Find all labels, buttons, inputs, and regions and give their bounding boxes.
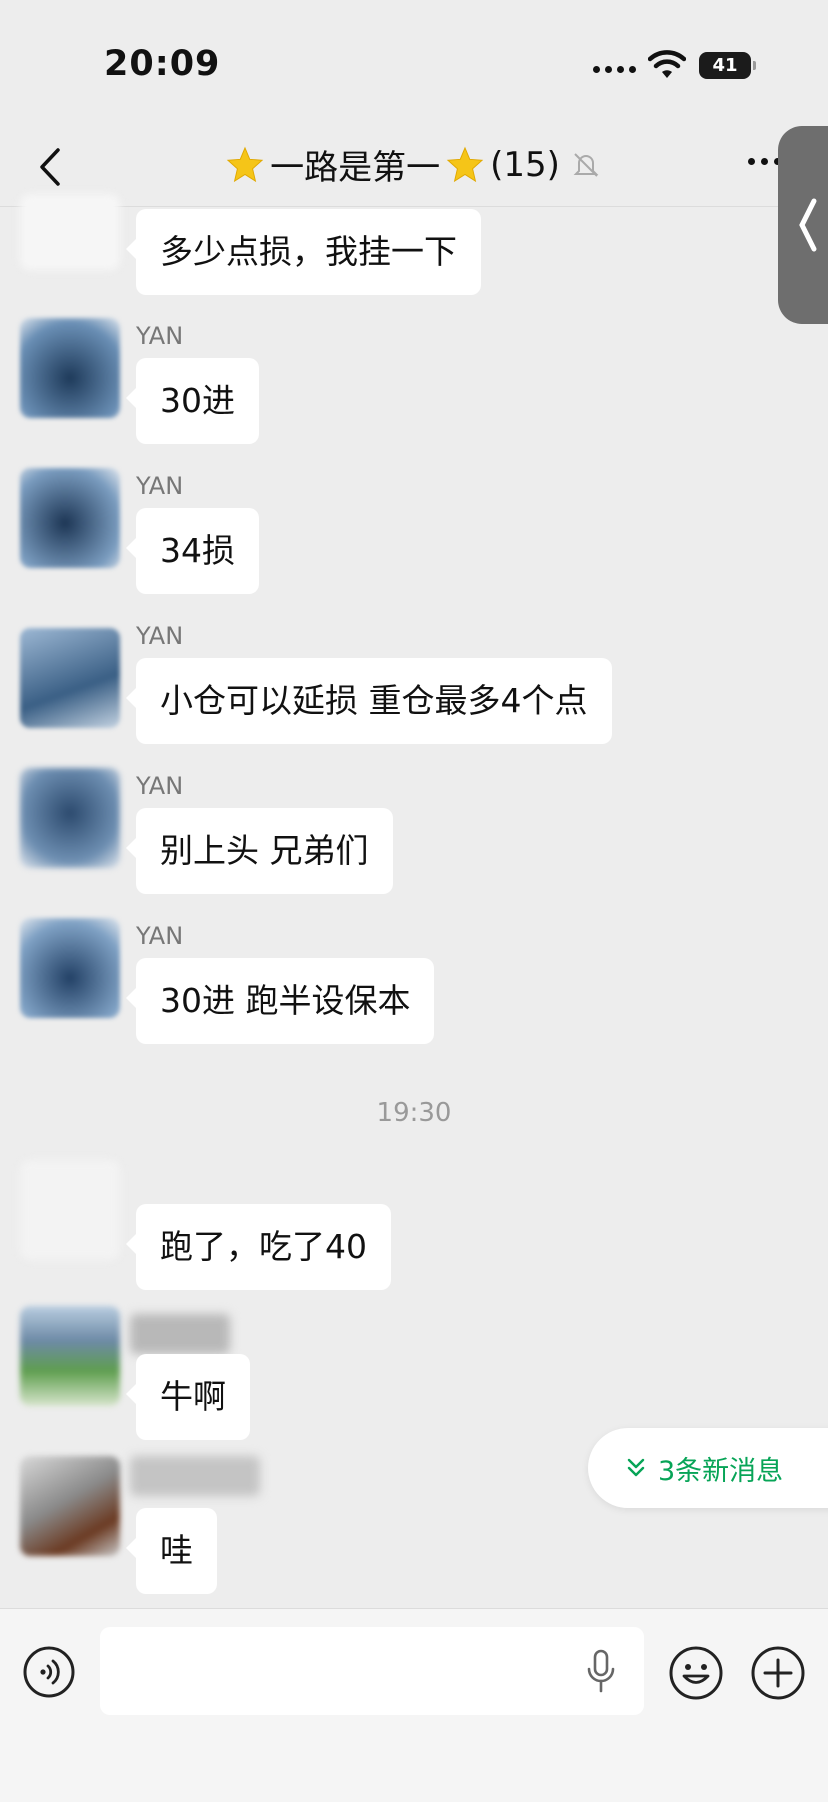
bell-slash-icon: [573, 152, 599, 177]
battery-percent: 41: [712, 55, 738, 76]
message-bubble[interactable]: 别上头 兄弟们: [126, 808, 393, 894]
group-name: 一路是第一: [270, 148, 441, 188]
avatar[interactable]: [20, 1160, 120, 1260]
avatar[interactable]: [20, 768, 120, 868]
message-bubble[interactable]: 34损: [126, 508, 259, 594]
avatar[interactable]: [20, 1306, 120, 1406]
message-bubble[interactable]: 小仓可以延损 重仓最多4个点: [126, 658, 612, 744]
chat-header: 一路是第一 (15): [0, 130, 828, 207]
side-panel-handle[interactable]: [778, 126, 828, 324]
message-bubble[interactable]: 30进 跑半设保本: [125, 958, 435, 1044]
message-bubble[interactable]: 牛啊: [126, 1354, 250, 1440]
avatar[interactable]: [20, 918, 120, 1018]
sender-name: YAN: [136, 772, 184, 800]
input-bar: [0, 1608, 828, 1802]
avatar[interactable]: [20, 318, 120, 418]
avatar[interactable]: [20, 468, 120, 568]
new-messages-button[interactable]: 3条新消息: [588, 1428, 828, 1508]
star-icon: [446, 146, 484, 182]
microphone-icon[interactable]: [586, 1649, 616, 1695]
cellular-signal-icon: [593, 66, 636, 73]
member-count: (15): [490, 144, 560, 185]
new-messages-label: 3条新消息: [658, 1455, 784, 1487]
chevron-left-icon: [799, 198, 817, 252]
message-input[interactable]: [100, 1627, 644, 1715]
message-bubble[interactable]: 30进: [126, 358, 259, 444]
message-bubble[interactable]: 跑了，吃了40: [126, 1204, 391, 1290]
sender-name: YAN: [136, 622, 184, 650]
plus-circle-icon[interactable]: [750, 1645, 806, 1701]
sender-name: YAN: [136, 322, 184, 350]
voice-icon[interactable]: [22, 1645, 76, 1699]
sender-name-blurred: [130, 1456, 260, 1496]
avatar[interactable]: [20, 1456, 120, 1556]
message-timestamp: 19:30: [376, 1098, 452, 1128]
avatar[interactable]: [20, 628, 120, 728]
emoji-icon[interactable]: [668, 1645, 724, 1701]
sender-name-blurred: [130, 1314, 230, 1354]
sender-name: YAN: [136, 922, 184, 950]
message-bubble[interactable]: 哇: [126, 1508, 217, 1594]
wifi-icon: [648, 50, 686, 78]
more-button[interactable]: [748, 158, 781, 165]
chat-title[interactable]: 一路是第一 (15): [0, 140, 828, 189]
double-chevron-down-icon: [627, 1458, 645, 1477]
battery-indicator: 41: [699, 52, 756, 79]
sender-name: YAN: [136, 472, 184, 500]
status-time: 20:09: [104, 44, 221, 84]
status-bar: 20:09 41: [0, 0, 828, 130]
avatar[interactable]: [20, 194, 120, 270]
message-bubble[interactable]: 多少点损，我挂一下: [126, 209, 481, 295]
star-icon: [226, 146, 264, 182]
